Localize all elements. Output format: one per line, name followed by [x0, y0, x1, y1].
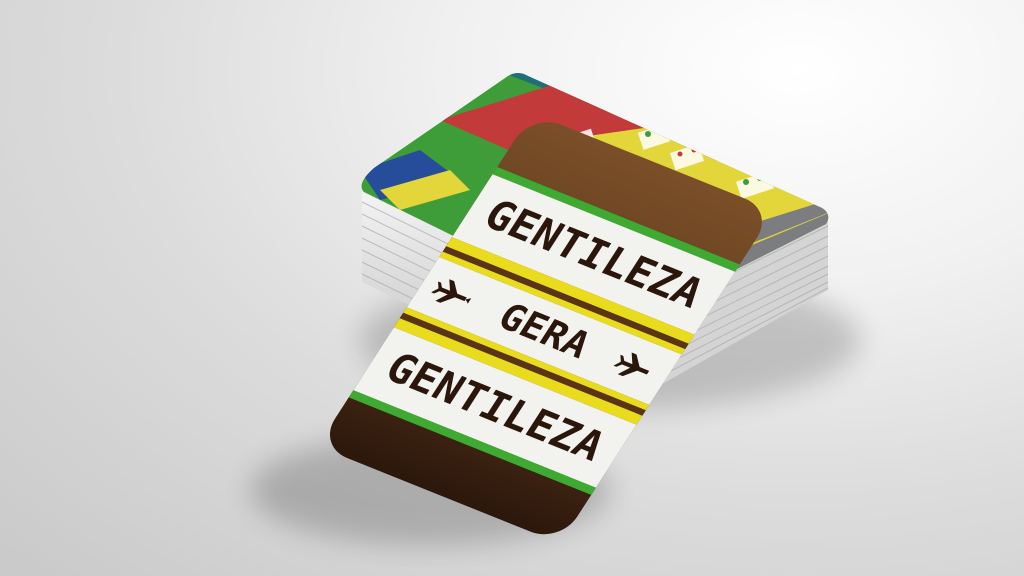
- card-deck-scene: GENTILEZA GERA GENTILEZA: [250, 73, 860, 545]
